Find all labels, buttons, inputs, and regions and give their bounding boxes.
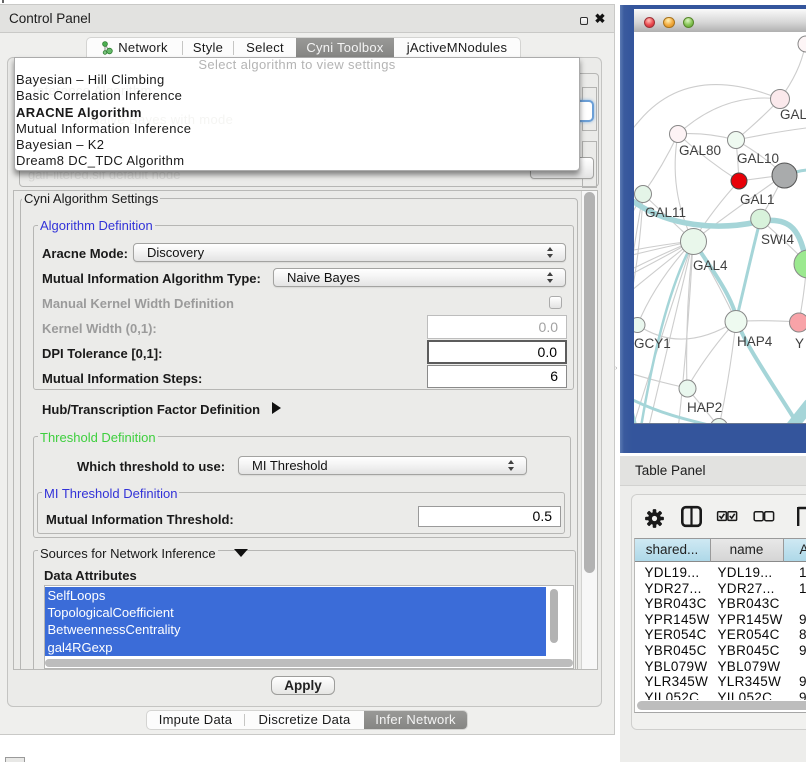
svg-text:GAL10: GAL10 (737, 151, 779, 166)
svg-text:GAL4: GAL4 (693, 258, 728, 273)
svg-text:GAL11: GAL11 (645, 205, 686, 220)
svg-text:Y: Y (795, 336, 804, 351)
svg-text:SWI4: SWI4 (761, 232, 794, 247)
svg-text:GAL80: GAL80 (679, 143, 721, 158)
svg-text:HAP4: HAP4 (737, 334, 773, 349)
svg-text:HAP2: HAP2 (687, 400, 722, 415)
svg-text:GAL1: GAL1 (740, 192, 775, 207)
svg-text:GAL: GAL (780, 107, 806, 122)
svg-text:GCY1: GCY1 (634, 336, 671, 351)
